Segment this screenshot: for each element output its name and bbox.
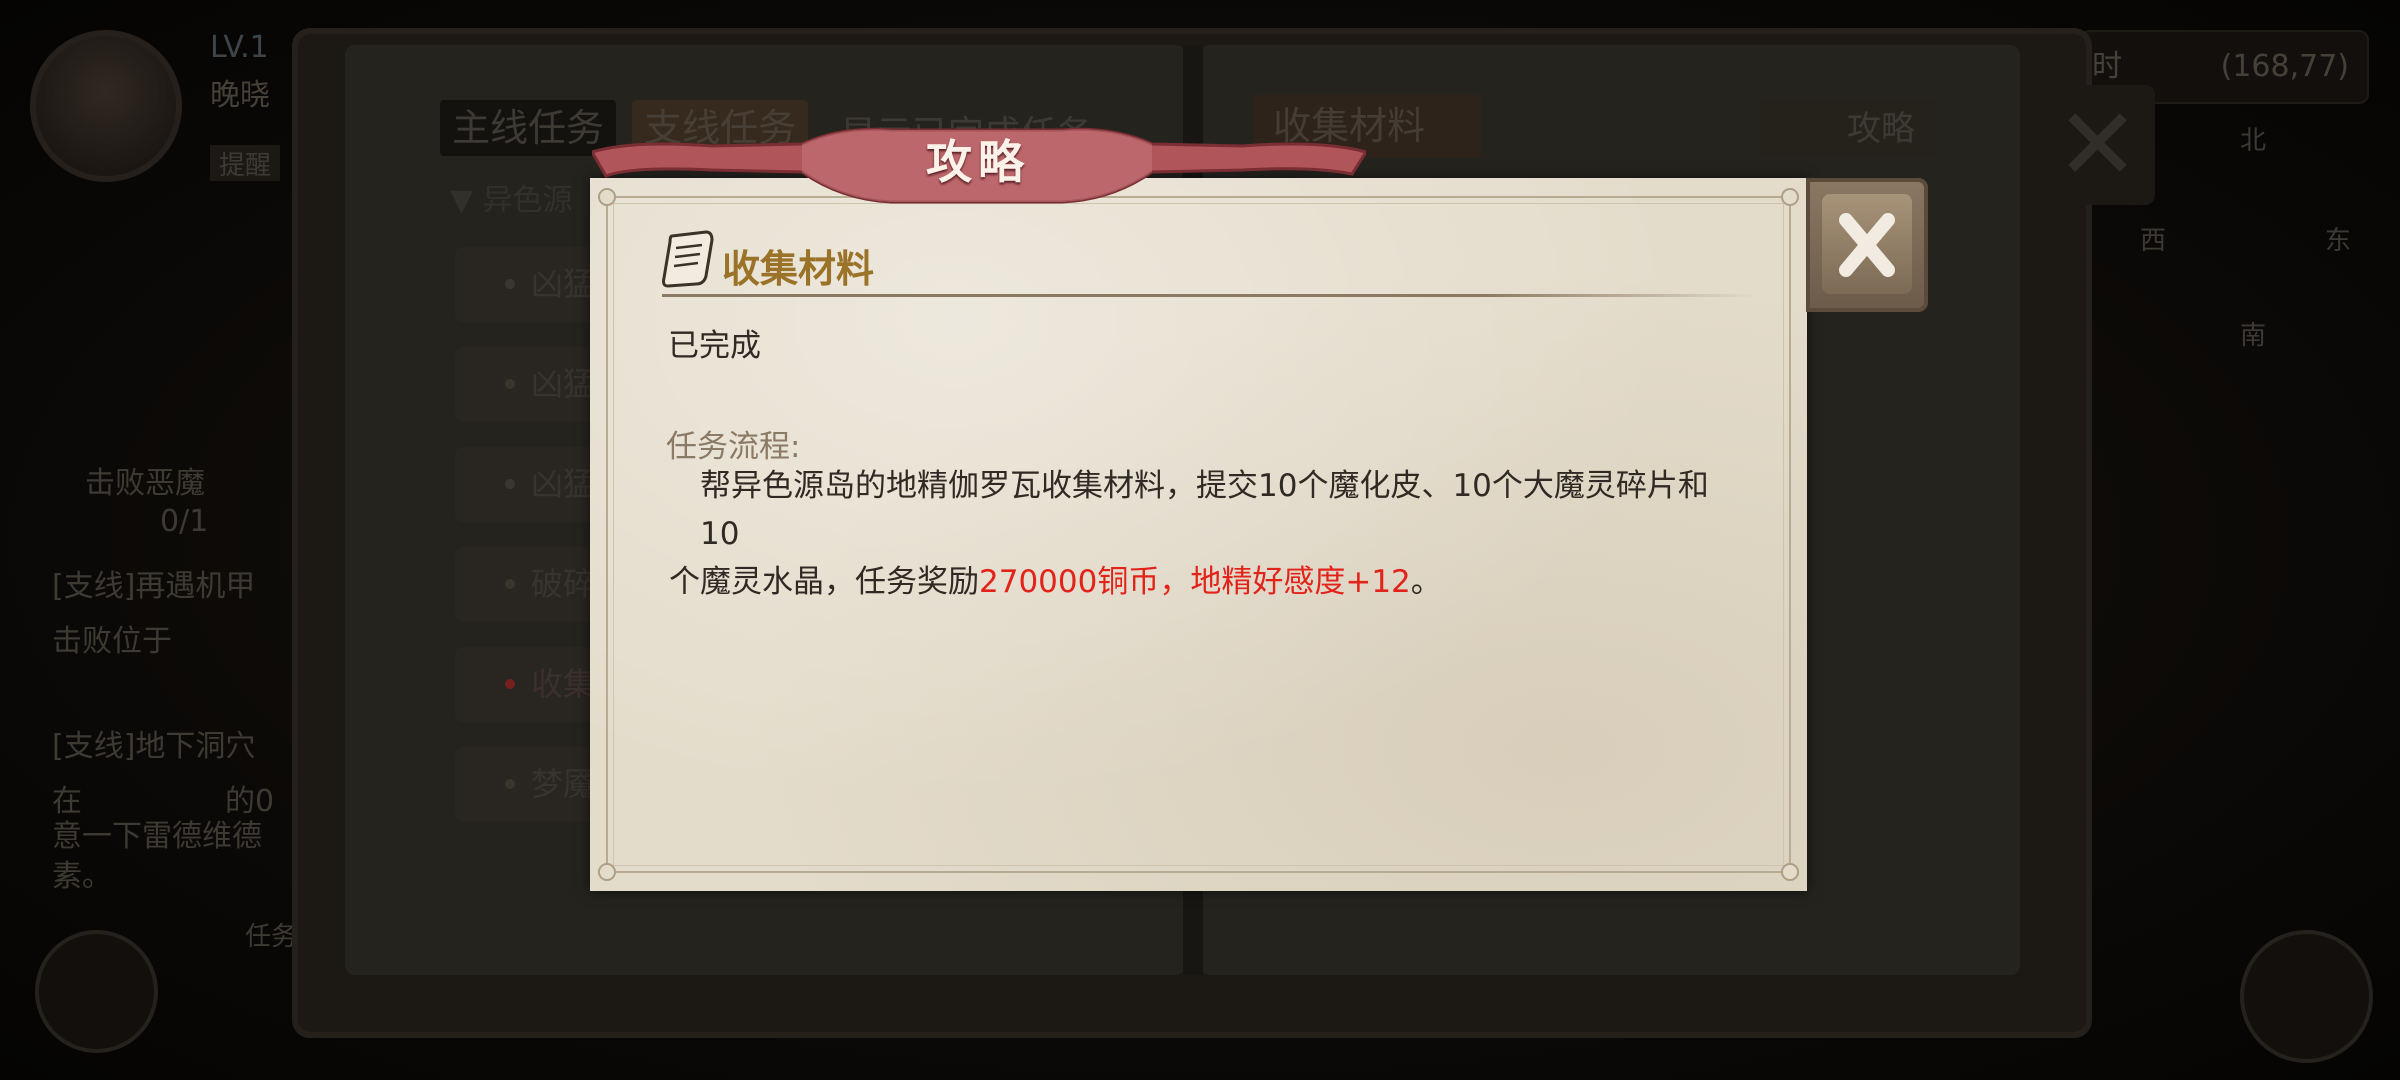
section-header: 收集材料 xyxy=(662,230,1757,297)
section-divider xyxy=(662,294,1757,297)
close-button[interactable] xyxy=(1806,178,1928,312)
description-line-2: 个魔灵水晶，任务奖励270000铜币，地精好感度+12。 xyxy=(669,558,1720,606)
corner-ornament xyxy=(1781,188,1799,206)
corner-ornament xyxy=(598,863,616,881)
reward-text: 270000铜币，地精好感度+12 xyxy=(979,564,1411,600)
process-label: 任务流程: xyxy=(666,429,801,465)
quest-description: 帮异色源岛的地精伽罗瓦收集材料，提交10个魔化皮、10个大魔灵碎片和10 个魔灵… xyxy=(669,462,1720,606)
scroll-icon xyxy=(662,230,714,288)
close-icon xyxy=(1839,213,1895,277)
description-text: 个魔灵水晶，任务奖励 xyxy=(669,564,979,600)
quest-status: 已完成 xyxy=(668,328,761,364)
dialog-title: 攻略 xyxy=(926,135,1030,189)
description-line-1: 帮异色源岛的地精伽罗瓦收集材料，提交10个魔化皮、10个大魔灵碎片和10 xyxy=(700,468,1709,552)
corner-ornament xyxy=(1781,863,1799,881)
description-end: 。 xyxy=(1410,564,1442,600)
section-title: 收集材料 xyxy=(722,247,875,291)
